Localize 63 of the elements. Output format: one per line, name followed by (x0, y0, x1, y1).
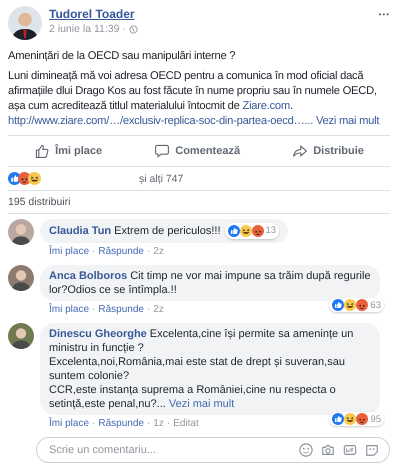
reaction-count[interactable]: 13 (224, 223, 280, 239)
commenter-name[interactable]: Dinescu Gheorghe (49, 328, 147, 340)
post-time[interactable]: 2 iunie la 11:39 · (49, 23, 126, 35)
avatar[interactable] (8, 323, 34, 349)
gif-icon[interactable] (343, 443, 357, 457)
reaction-count[interactable]: 95 (329, 412, 384, 426)
share-arrow-icon (292, 143, 308, 159)
reply-link[interactable]: Răspunde (98, 304, 144, 315)
ziare-link[interactable]: Ziare.com (242, 100, 290, 112)
separator-dot: · (92, 418, 96, 429)
like-reaction-icon (228, 225, 240, 237)
separator-dot: · (146, 418, 150, 429)
comment-box[interactable]: Scrie un comentariu... (36, 437, 390, 463)
separator-dot: · (146, 246, 150, 257)
like-reaction-icon (332, 299, 344, 311)
commenter-name[interactable]: Claudia Tun (49, 225, 112, 237)
see-more-link[interactable]: Vezi mai mult (316, 115, 380, 127)
angry-reaction-icon (356, 299, 368, 311)
comment-time[interactable]: 2z (153, 246, 164, 257)
post-title: Amenințări de la OECD sau manipulări interne ? (8, 49, 236, 64)
laughing-reaction-icon (344, 299, 356, 311)
reply-link[interactable]: Răspunde (98, 246, 144, 257)
comment-text: Dinescu Gheorghe Excelenta,cine își permite sa amenințe un ministru in funcție ? Excelenta,noi,România,mai este stat de drept și suveran,sau suntem colonie? CCR,este instanța suprema a României,cine nu respecta o setință,este penal,nu?... Vezi mai mult (49, 327, 354, 411)
laughing-reaction-icon (28, 172, 41, 185)
camera-icon[interactable] (321, 443, 335, 457)
comment-time[interactable]: 2z (153, 304, 164, 315)
speech-bubble-icon (154, 143, 170, 159)
comment-button[interactable]: Comentează (148, 139, 246, 163)
post-text: Luni dimineață mă voi adresa OECD pentru a comunica în mod oficial dacă afirmațiile dlui Drago Kos au fost făcute în nume propriu sau în numele OECD, așa cum acreditează titlul materialului întocmit de Ziare.com. http://www.ziare.com/…/exclusiv-replica-soc-din-partea-oecd…... Vezi mai mult (8, 69, 380, 129)
author-name[interactable]: Tudorel Toader (49, 7, 135, 21)
commenter-name[interactable]: Anca Bolboros (49, 270, 128, 282)
comment-text: Anca Bolboros Cit timp ne vor mai impune sa trăim după regurile lor?Odios ce se întîmpla.!! (49, 269, 371, 297)
reply-link[interactable]: Răspunde (98, 418, 144, 429)
angry-reaction-icon (356, 413, 368, 425)
thumbs-up-icon (34, 143, 50, 159)
avatar[interactable] (8, 265, 34, 291)
separator-dot: · (92, 246, 96, 257)
like-link[interactable]: Îmi place (49, 246, 90, 257)
more-options-button[interactable]: ••• (378, 6, 390, 19)
reaction-count[interactable]: 63 (329, 298, 384, 312)
avatar[interactable] (8, 6, 42, 40)
laughing-reaction-icon (344, 413, 356, 425)
comment-field[interactable]: Scrie un comentariu... (47, 443, 291, 457)
comment-time[interactable]: 1z (153, 418, 164, 429)
url-link[interactable]: http://www.ziare.com/…/exclusiv-replica-soc-din-partea-oecd…... (8, 115, 314, 127)
sticker-icon[interactable] (365, 443, 379, 457)
comment-text: Claudia Tun Extrem de periculos!!! (49, 224, 221, 238)
edited-label: Editat (173, 418, 199, 429)
see-more-link[interactable]: Vezi mai mult (168, 398, 234, 410)
like-reaction-icon (332, 413, 344, 425)
like-link[interactable]: Îmi place (49, 418, 90, 429)
like-link[interactable]: Îmi place (49, 304, 90, 315)
laughing-reaction-icon (240, 225, 252, 237)
avatar[interactable] (8, 219, 34, 245)
reactions-count[interactable]: și alți 747 (139, 172, 184, 184)
like-button[interactable]: Îmi place (28, 139, 108, 163)
separator-dot: · (146, 304, 150, 315)
share-button[interactable]: Distribuie (286, 139, 370, 163)
angry-reaction-icon (252, 225, 264, 237)
separator-dot: · (166, 418, 170, 429)
separator-dot: · (92, 304, 96, 315)
shares-count[interactable]: 195 distribuiri (8, 196, 70, 208)
smiley-icon[interactable] (299, 443, 313, 457)
